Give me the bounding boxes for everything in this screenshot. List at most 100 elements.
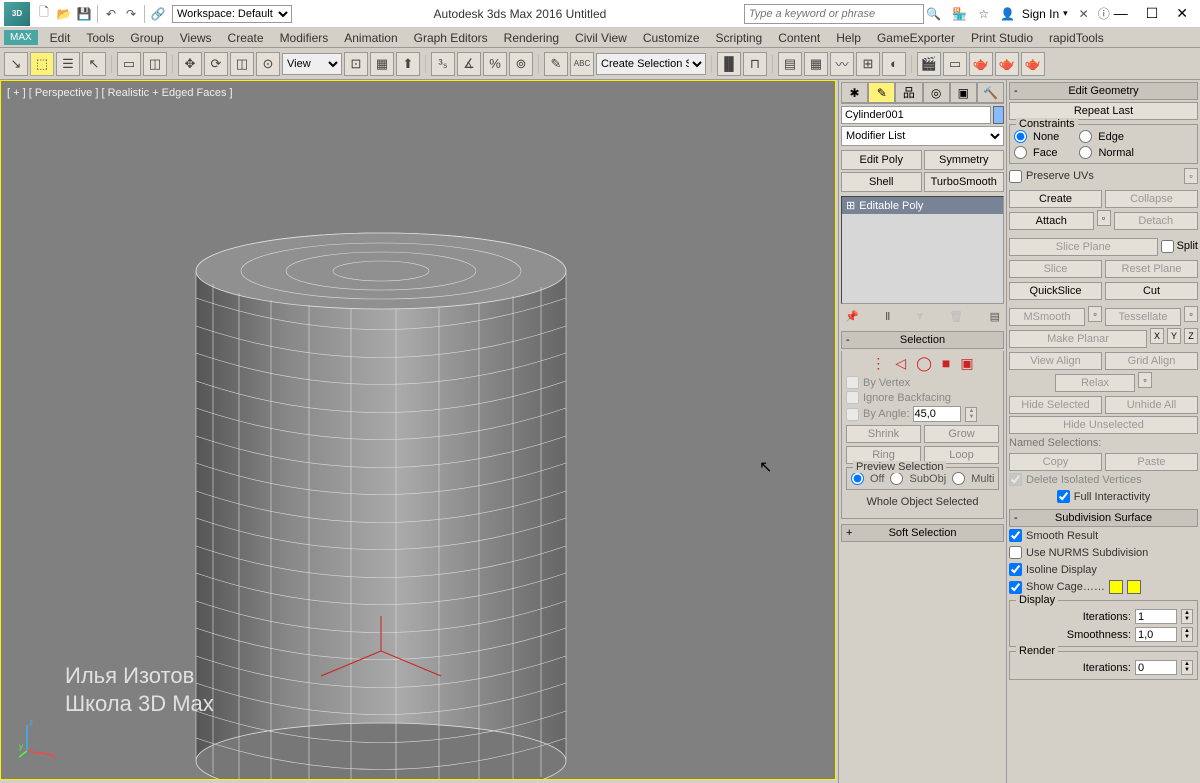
hierarchy-tab-icon[interactable]: 品 <box>895 82 922 103</box>
viewport[interactable]: [ + ] [ Perspective ] [ Realistic + Edge… <box>0 80 836 780</box>
remove-modifier-icon[interactable]: 🗑 <box>949 310 963 323</box>
menu-rapidtools[interactable]: rapidTools <box>1041 29 1112 47</box>
motion-tab-icon[interactable]: ◎ <box>923 82 950 103</box>
iterations-input[interactable] <box>1135 609 1177 624</box>
percent-snap-icon[interactable]: % <box>483 52 507 76</box>
cylinder-mesh[interactable] <box>151 221 611 780</box>
stack-item-editable-poly[interactable]: ⊞Editable Poly <box>842 197 1003 214</box>
save-icon[interactable]: 💾 <box>75 5 93 23</box>
preview-subobj-radio[interactable] <box>890 472 903 485</box>
vertex-subobj-icon[interactable]: ⋮ <box>871 355 885 372</box>
menu-help[interactable]: Help <box>828 29 869 47</box>
named-selection-select[interactable]: Create Selection Se <box>596 53 706 75</box>
open-icon[interactable]: 📂 <box>55 5 73 23</box>
project-icon[interactable]: 🔗 <box>149 5 167 23</box>
render-iterative-icon[interactable]: 🫖 <box>1021 52 1045 76</box>
symmetry-button[interactable]: Symmetry <box>924 150 1005 170</box>
edit-named-sel-icon[interactable]: ✎ <box>544 52 568 76</box>
close-icon[interactable]: ✕ <box>1176 5 1188 22</box>
create-tab-icon[interactable]: ✱ <box>841 82 868 103</box>
planar-x-button[interactable]: X <box>1150 328 1164 344</box>
pin-stack-icon[interactable]: 📌 <box>845 310 859 323</box>
menu-printstudio[interactable]: Print Studio <box>963 29 1041 47</box>
element-subobj-icon[interactable]: ▣ <box>960 355 973 372</box>
modify-tab-icon[interactable]: ✎ <box>868 82 895 103</box>
manipulate-icon[interactable]: ▦ <box>370 52 394 76</box>
make-unique-icon[interactable]: ⩔ <box>917 310 923 323</box>
spinner-snap-icon[interactable]: ⊚ <box>509 52 533 76</box>
render-last-icon[interactable]: 🫖 <box>995 52 1019 76</box>
render-setup-icon[interactable]: 🎬 <box>917 52 941 76</box>
planar-y-button[interactable]: Y <box>1167 328 1181 344</box>
show-end-result-icon[interactable]: Ⅱ <box>885 310 890 323</box>
material-icon[interactable]: ◐ <box>882 52 906 76</box>
mirror-icon[interactable]: ▐▌ <box>717 52 741 76</box>
menu-create[interactable]: Create <box>220 29 272 47</box>
display-tab-icon[interactable]: ▣ <box>950 82 977 103</box>
minimize-icon[interactable]: — <box>1114 5 1128 22</box>
edge-subobj-icon[interactable]: ◁ <box>895 355 906 372</box>
render-iterations-input[interactable] <box>1135 660 1177 675</box>
pivot-icon[interactable]: ⊡ <box>344 52 368 76</box>
menu-scripting[interactable]: Scripting <box>708 29 771 47</box>
utilities-tab-icon[interactable]: 🔨 <box>977 82 1004 103</box>
preserve-uvs-checkbox[interactable] <box>1009 170 1022 183</box>
layer-icon[interactable]: ▤ <box>778 52 802 76</box>
subdiv-surface-header[interactable]: -Subdivision Surface <box>1009 509 1198 527</box>
use-nurms-checkbox[interactable] <box>1009 546 1022 559</box>
favorites-icon[interactable]: ☆ <box>975 5 993 23</box>
help-icon[interactable]: ⓘ <box>1095 5 1113 23</box>
menu-views[interactable]: Views <box>172 29 220 47</box>
keyboard-shortcut-icon[interactable]: ⬆ <box>396 52 420 76</box>
constraint-edge-radio[interactable] <box>1079 130 1092 143</box>
select-link-icon[interactable]: ↘ <box>4 52 28 76</box>
editpoly-button[interactable]: Edit Poly <box>841 150 922 170</box>
new-icon[interactable]: 🗋 <box>35 5 53 23</box>
redo-icon[interactable]: ↷ <box>122 5 140 23</box>
named-sel-abc-icon[interactable]: ABC <box>570 52 594 76</box>
move-icon[interactable]: ✥ <box>178 52 202 76</box>
polygon-subobj-icon[interactable]: ■ <box>942 355 950 372</box>
planar-z-button[interactable]: Z <box>1184 328 1198 344</box>
shell-button[interactable]: Shell <box>841 172 922 192</box>
search-icon[interactable]: 🔍 <box>925 5 943 23</box>
cut-button[interactable]: Cut <box>1105 282 1198 300</box>
configure-sets-icon[interactable]: ▤ <box>990 310 1000 323</box>
menu-grapheditors[interactable]: Graph Editors <box>406 29 496 47</box>
soft-selection-rollout-header[interactable]: +Soft Selection <box>841 524 1004 542</box>
isoline-display-checkbox[interactable] <box>1009 563 1022 576</box>
schematic-icon[interactable]: ⊞ <box>856 52 880 76</box>
app-logo[interactable] <box>4 2 30 26</box>
border-subobj-icon[interactable]: ◯ <box>916 355 932 372</box>
menu-group[interactable]: Group <box>122 29 171 47</box>
render-frame-icon[interactable]: ▭ <box>943 52 967 76</box>
modifier-list-select[interactable]: Modifier List <box>841 126 1004 146</box>
turbosmooth-button[interactable]: TurboSmooth <box>924 172 1005 192</box>
menu-gameexporter[interactable]: GameExporter <box>869 29 963 47</box>
menu-tools[interactable]: Tools <box>78 29 122 47</box>
menu-rendering[interactable]: Rendering <box>496 29 567 47</box>
preview-off-radio[interactable] <box>851 472 864 485</box>
grow-button[interactable]: Grow <box>924 425 999 443</box>
constraint-none-radio[interactable] <box>1014 130 1027 143</box>
search-input[interactable] <box>744 4 924 24</box>
attach-list-icon[interactable]: ▫ <box>1097 210 1111 226</box>
angle-snap-icon[interactable]: ∡ <box>457 52 481 76</box>
selection-rollout-header[interactable]: -Selection <box>841 331 1004 349</box>
preview-multi-radio[interactable] <box>952 472 965 485</box>
object-color-swatch[interactable] <box>993 106 1004 124</box>
rotate-icon[interactable]: ⟳ <box>204 52 228 76</box>
shrink-button[interactable]: Shrink <box>846 425 921 443</box>
exchange-icon[interactable]: ✕ <box>1075 5 1093 23</box>
maximize-icon[interactable]: ☐ <box>1146 5 1159 22</box>
show-cage-checkbox[interactable] <box>1009 581 1022 594</box>
render-icon[interactable]: 🫖 <box>969 52 993 76</box>
ref-coord-select[interactable]: View <box>282 53 342 75</box>
create-button[interactable]: Create <box>1009 190 1102 208</box>
by-angle-input[interactable] <box>913 406 961 422</box>
modifier-stack[interactable]: ⊞Editable Poly <box>841 196 1004 304</box>
menu-content[interactable]: Content <box>770 29 828 47</box>
menu-animation[interactable]: Animation <box>336 29 405 47</box>
person-icon[interactable]: 👤 <box>999 5 1017 23</box>
workspace-select[interactable]: Workspace: Default <box>172 5 292 23</box>
